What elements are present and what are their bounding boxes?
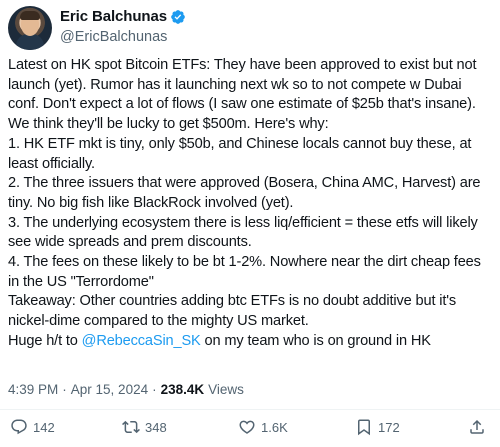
avatar[interactable]: [8, 6, 52, 50]
like-count: 1.6K: [261, 419, 288, 435]
tweet-body-end: on my team who is on ground in HK: [200, 332, 431, 349]
bookmark-count: 172: [378, 419, 400, 435]
like-icon: [239, 420, 255, 434]
reply-button[interactable]: 142: [10, 418, 55, 436]
bookmark-button[interactable]: 172: [355, 418, 400, 436]
views-count: 238.4K: [160, 382, 205, 397]
mention-link[interactable]: @RebeccaSin_SK: [82, 333, 201, 349]
tweet-meta: 4:39 PM · Apr 15, 2024 · 238.4K Views: [8, 382, 244, 397]
handle[interactable]: @EricBalchunas: [60, 29, 167, 45]
reply-count: 142: [33, 419, 55, 435]
share-button[interactable]: [468, 418, 486, 436]
timestamp-time[interactable]: 4:39 PM: [8, 382, 58, 397]
meta-separator-2: ·: [152, 382, 157, 397]
avatar-hair: [20, 11, 40, 20]
tweet-body: Latest on HK spot Bitcoin ETFs: They hav…: [8, 57, 481, 349]
verified-badge-icon[interactable]: [170, 9, 186, 25]
avatar-shirt: [16, 34, 44, 50]
tweet-header: Eric Balchunas @EricBalchunas: [8, 6, 488, 50]
name-row: Eric Balchunas: [60, 8, 186, 25]
like-button[interactable]: 1.6K: [238, 418, 288, 436]
reply-icon: [11, 419, 27, 435]
repost-icon: [122, 420, 140, 434]
bookmark-icon: [358, 419, 370, 436]
repost-count: 348: [145, 419, 167, 435]
share-icon: [470, 419, 484, 434]
repost-button[interactable]: 348: [122, 418, 167, 436]
views-label: Views: [208, 382, 244, 397]
action-bar: 142 348 1.6K 172: [0, 418, 500, 442]
divider: [0, 409, 500, 410]
meta-separator: ·: [62, 382, 67, 397]
timestamp-date[interactable]: Apr 15, 2024: [71, 382, 148, 397]
display-name[interactable]: Eric Balchunas: [60, 8, 167, 25]
tweet-text: Latest on HK spot Bitcoin ETFs: They hav…: [8, 56, 494, 352]
